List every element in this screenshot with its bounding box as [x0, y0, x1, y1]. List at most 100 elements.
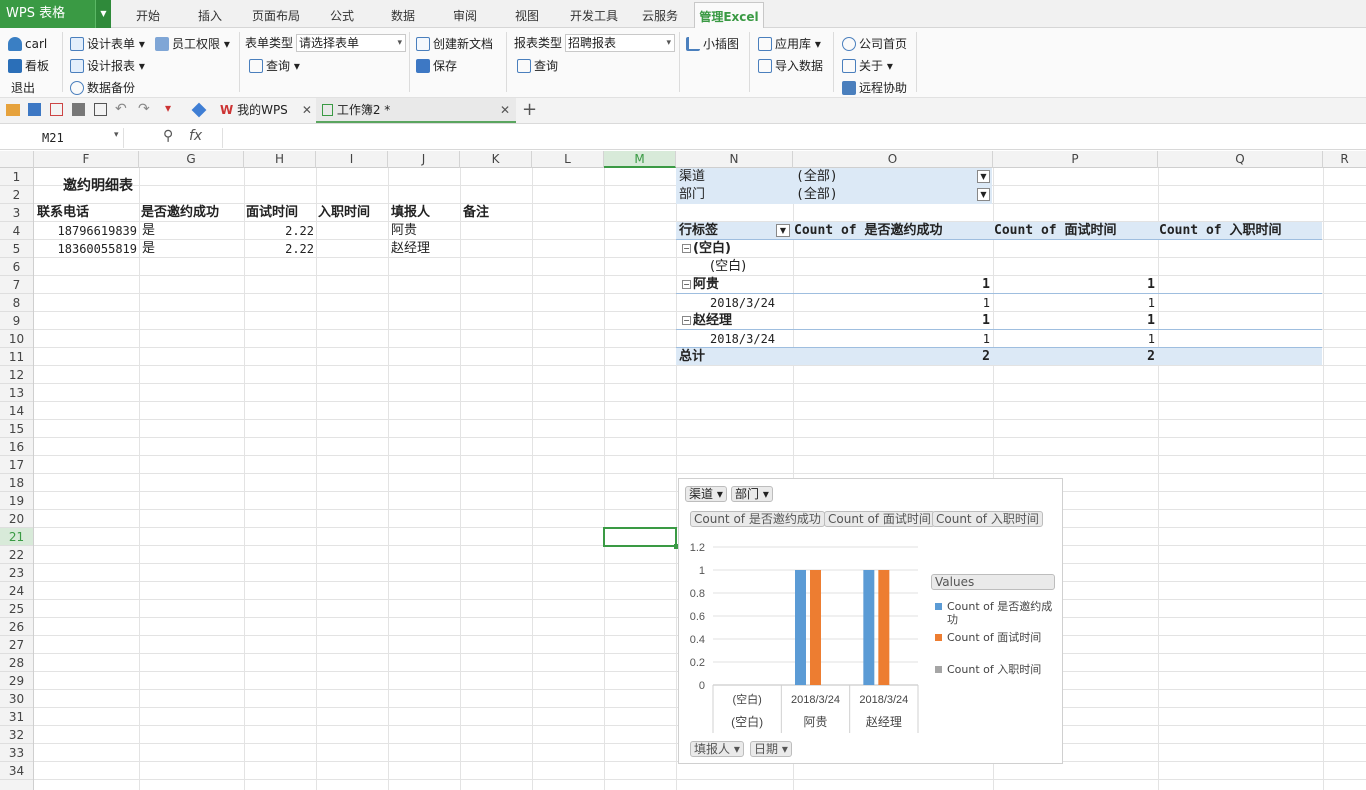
new-doc-button[interactable]: 创建新文档 — [416, 34, 493, 54]
pivot-group[interactable]: (空白) — [693, 240, 731, 258]
tab-workbook[interactable]: 工作簿2 * ✕ — [316, 98, 516, 123]
row-header[interactable]: 19 — [0, 492, 33, 510]
home-button[interactable]: 公司首页 — [842, 34, 907, 54]
col-header-P[interactable]: P — [993, 151, 1158, 168]
row-header[interactable]: 11 — [0, 348, 33, 366]
col-header-I[interactable]: I — [316, 151, 388, 168]
col-header-R[interactable]: R — [1323, 151, 1366, 168]
row-header[interactable]: 34 — [0, 762, 33, 780]
pivot-value[interactable]: 1 — [993, 330, 1155, 348]
row-header[interactable]: 10 — [0, 330, 33, 348]
row-header[interactable]: 5 — [0, 240, 33, 258]
about-button[interactable]: 关于 ▾ — [842, 56, 893, 76]
row-header[interactable]: 27 — [0, 636, 33, 654]
row-header[interactable]: 25 — [0, 600, 33, 618]
row-header-active[interactable]: 21 — [0, 528, 33, 546]
value-field-button[interactable]: Count of 是否邀约成功 — [690, 511, 825, 527]
zoom-icon[interactable]: ⚲ — [163, 128, 173, 144]
tab-start[interactable]: 开始 — [125, 0, 171, 28]
fx-icon[interactable]: fx — [189, 128, 202, 144]
collapse-icon[interactable]: − — [682, 316, 691, 325]
row-header[interactable]: 8 — [0, 294, 33, 312]
row-header[interactable]: 28 — [0, 654, 33, 672]
col-header-L[interactable]: L — [532, 151, 604, 168]
pivot-total-value[interactable]: 2 — [993, 348, 1155, 366]
header-cell[interactable]: 联系电话 — [37, 204, 89, 222]
row-header[interactable]: 26 — [0, 618, 33, 636]
col-header-H[interactable]: H — [244, 151, 316, 168]
pivot-value[interactable]: 1 — [993, 276, 1155, 294]
col-header-Q[interactable]: Q — [1158, 151, 1323, 168]
pivot-value[interactable]: 1 — [993, 312, 1155, 330]
tab-data[interactable]: 数据 — [382, 0, 424, 28]
data-cell[interactable]: 阿贵 — [391, 222, 417, 240]
save-button[interactable]: 保存 — [416, 56, 457, 76]
pivot-chart[interactable]: 渠道 ▾ 部门 ▾ Count of 是否邀约成功 Count of 面试时间 … — [678, 478, 1063, 764]
import-data-button[interactable]: 导入数据 — [758, 56, 823, 76]
row-header[interactable]: 6 — [0, 258, 33, 276]
axis-field-button[interactable]: 填报人 ▾ — [690, 741, 744, 757]
data-cell[interactable]: 是 — [142, 222, 155, 240]
board-button[interactable]: 看板 — [8, 56, 49, 76]
logout-button[interactable]: 退出 — [11, 78, 35, 98]
tab-cloud[interactable]: 云服务 — [636, 0, 684, 28]
col-header-G[interactable]: G — [139, 151, 244, 168]
row-header[interactable]: 7 — [0, 276, 33, 294]
save-icon[interactable] — [28, 103, 41, 116]
row-header[interactable]: 31 — [0, 708, 33, 726]
pivot-value[interactable]: 1 — [793, 276, 990, 294]
value-field-button[interactable]: Count of 入职时间 — [932, 511, 1043, 527]
add-tab-icon[interactable]: + — [522, 99, 537, 120]
data-cell[interactable]: 2.22 — [244, 240, 314, 258]
app-store-button[interactable]: 应用库 ▾ — [758, 34, 821, 54]
staff-perm-button[interactable]: 员工权限 ▾ — [155, 34, 230, 54]
tab-formula[interactable]: 公式 — [321, 0, 363, 28]
row-header[interactable]: 13 — [0, 384, 33, 402]
print-icon[interactable] — [72, 103, 85, 116]
chart-filter-button[interactable]: 渠道 ▾ — [685, 486, 727, 502]
pivot-value[interactable]: 1 — [793, 294, 990, 312]
pivot-group[interactable]: 赵经理 — [693, 312, 732, 330]
row-header[interactable]: 17 — [0, 456, 33, 474]
row-header[interactable]: 23 — [0, 564, 33, 582]
row-header[interactable]: 30 — [0, 690, 33, 708]
chevron-down-icon[interactable]: ▼ — [95, 0, 111, 28]
data-cell[interactable]: 是 — [142, 240, 155, 258]
mini-chart-button[interactable]: 小插图 — [686, 34, 739, 54]
cube-icon[interactable] — [191, 102, 207, 118]
row-header[interactable]: 9 — [0, 312, 33, 330]
chevron-down-icon[interactable]: ▾ — [114, 130, 119, 140]
row-header[interactable]: 33 — [0, 744, 33, 762]
col-header-N[interactable]: N — [676, 151, 793, 168]
row-header[interactable]: 4 — [0, 222, 33, 240]
preview-icon[interactable] — [94, 103, 107, 116]
row-header[interactable]: 20 — [0, 510, 33, 528]
data-cell[interactable]: 18796619839 — [34, 222, 137, 240]
pivot-item[interactable]: (空白) — [710, 258, 746, 276]
data-cell[interactable]: 赵经理 — [391, 240, 430, 258]
close-icon[interactable]: ✕ — [302, 103, 312, 117]
row-header[interactable]: 24 — [0, 582, 33, 600]
chart-filter-button[interactable]: 部门 ▾ — [731, 486, 773, 502]
format-painter-icon[interactable]: ▾ — [165, 101, 171, 115]
tab-page-layout[interactable]: 页面布局 — [247, 0, 305, 28]
row-header[interactable]: 15 — [0, 420, 33, 438]
wps-logo-button[interactable]: WPS 表格 ▼ — [0, 0, 111, 28]
query-button-2[interactable]: 查询 — [517, 56, 558, 76]
row-header[interactable]: 18 — [0, 474, 33, 492]
name-box[interactable]: M21 — [0, 128, 124, 148]
design-report-button[interactable]: 设计报表 ▾ — [70, 56, 145, 76]
pdf-icon[interactable] — [50, 103, 63, 116]
remote-button[interactable]: 远程协助 — [842, 78, 907, 98]
formula-input[interactable] — [222, 128, 1362, 148]
pivot-value[interactable]: 1 — [993, 294, 1155, 312]
close-icon[interactable]: ✕ — [500, 98, 510, 122]
active-cell-cursor[interactable] — [603, 527, 677, 547]
header-cell[interactable]: 面试时间 — [246, 204, 298, 222]
row-header[interactable]: 14 — [0, 402, 33, 420]
tab-review[interactable]: 审阅 — [444, 0, 486, 28]
backup-button[interactable]: 数据备份 — [70, 78, 135, 98]
collapse-icon[interactable]: − — [682, 244, 691, 253]
user-button[interactable]: carl — [8, 34, 47, 54]
header-cell[interactable]: 填报人 — [391, 204, 430, 222]
